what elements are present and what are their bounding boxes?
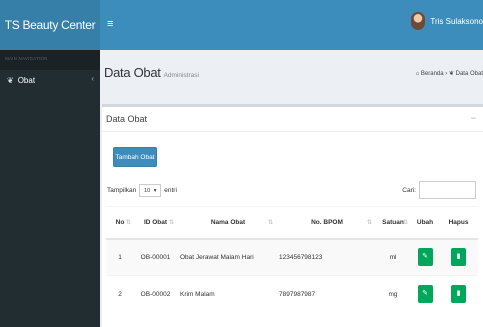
sort-icon: ⇅ — [168, 220, 174, 226]
edit-button[interactable]: ✎ — [417, 285, 433, 304]
trash-icon: ▮ — [456, 290, 461, 298]
cell-id: OB-00001 — [134, 238, 177, 276]
edit-icon: ✎ — [422, 290, 428, 298]
entries-length: Tampilkan 10 ▾ entri — [107, 184, 177, 197]
col-header-nama[interactable]: Nama Obat ⇅ — [177, 206, 276, 240]
cell-satuan: mg — [375, 275, 411, 313]
user-name: Tris Sulaksono — [430, 16, 483, 26]
cell-nama: Krim Malam — [177, 275, 276, 313]
trash-icon: ▮ — [456, 253, 461, 261]
col-label: No. BPOM — [311, 218, 343, 226]
main-header: TS Beauty Center ≡ Tris Sulaksono — [0, 0, 483, 50]
sort-icon: ⇅ — [267, 220, 273, 226]
sidebar-header: MAIN NAVIGATION — [0, 50, 100, 70]
user-menu[interactable]: Tris Sulaksono — [411, 12, 483, 30]
sidebar-item-obat[interactable]: ❦ Obat ‹ — [0, 70, 100, 90]
delete-button[interactable]: ▮ — [451, 248, 466, 267]
length-suffix: entri — [164, 187, 177, 194]
cell-no: 2 — [106, 275, 134, 313]
col-label: Ubah — [416, 218, 434, 226]
sort-icon: ⇅ — [366, 220, 372, 226]
cell-ubah: ✎ — [411, 238, 439, 276]
page-title-text: Data Obat — [104, 65, 161, 80]
cell-no: 1 — [106, 238, 134, 276]
sort-icon: ⇅ — [125, 220, 131, 226]
col-header-no[interactable]: No ⇅ — [106, 206, 134, 240]
breadcrumb-current: Data Obat — [455, 71, 483, 77]
col-label: ID Obat — [143, 218, 168, 226]
entries-select-value: 10 — [144, 187, 151, 194]
box-header: Data Obat − — [102, 107, 483, 132]
col-header-ubah: Ubah — [411, 206, 439, 240]
page-title: Data Obat Administrasi — [104, 65, 199, 80]
edit-button[interactable]: ✎ — [417, 248, 433, 267]
leaf-icon: ❦ — [448, 71, 454, 77]
table-row: 2 OB-00002 Krim Malam 7897987987 mg ✎ ▮ — [106, 275, 478, 313]
user-avatar — [411, 12, 426, 30]
col-header-satuan[interactable]: Satuan ⇅ — [375, 206, 411, 240]
sidebar-toggle-icon[interactable]: ≡ — [107, 18, 113, 30]
col-header-id[interactable]: ID Obat ⇅ — [134, 206, 177, 240]
col-header-bpom[interactable]: No. BPOM ⇅ — [276, 206, 375, 240]
page-subtitle: Administrasi — [163, 72, 199, 79]
search-filter: Cari: — [402, 181, 476, 199]
breadcrumb-home[interactable]: Beranda — [421, 71, 444, 77]
leaf-icon: ❦ — [7, 75, 14, 85]
breadcrumb: ⌂ Beranda › ❦ Data Obat — [416, 70, 483, 77]
data-box: Data Obat − Tambah Obat Tampilkan 10 ▾ e… — [102, 104, 483, 327]
cell-ubah: ✎ — [411, 275, 439, 313]
cell-id: OB-00002 — [134, 275, 177, 313]
cell-bpom: 7897987987 — [276, 275, 375, 313]
add-obat-button[interactable]: Tambah Obat — [113, 147, 157, 167]
sidebar: MAIN NAVIGATION ❦ Obat ‹ — [0, 50, 100, 327]
col-header-hapus: Hapus — [439, 206, 478, 240]
col-label: Hapus — [448, 218, 469, 226]
content-wrapper: Data Obat Administrasi ⌂ Beranda › ❦ Data… — [100, 50, 483, 327]
search-input[interactable] — [419, 181, 476, 199]
cell-satuan: ml — [375, 238, 411, 276]
collapse-icon[interactable]: − — [471, 113, 476, 123]
caret-down-icon: ▾ — [153, 187, 157, 194]
entries-select[interactable]: 10 ▾ — [139, 184, 162, 197]
sidebar-item-label: Obat — [17, 75, 36, 85]
breadcrumb-separator: › — [445, 71, 448, 77]
cell-bpom: 123456798123 — [276, 238, 375, 276]
col-label: No — [115, 218, 125, 226]
cell-nama: Obat Jerawat Malam Hari — [177, 238, 276, 276]
edit-icon: ✎ — [422, 253, 428, 261]
col-label: Satuan — [382, 218, 404, 226]
cell-hapus: ▮ — [439, 275, 478, 313]
sort-icon: ⇅ — [402, 220, 408, 226]
home-icon: ⌂ — [415, 71, 420, 77]
search-label: Cari: — [402, 186, 416, 194]
delete-button[interactable]: ▮ — [451, 285, 466, 304]
cell-hapus: ▮ — [439, 238, 478, 276]
table-row: 1 OB-00001 Obat Jerawat Malam Hari 12345… — [106, 238, 478, 276]
col-label: Nama Obat — [210, 218, 246, 226]
app-logo[interactable]: TS Beauty Center — [0, 0, 100, 50]
box-title: Data Obat — [106, 114, 148, 124]
chevron-left-icon: ‹ — [91, 74, 94, 83]
data-table: No ⇅ ID Obat ⇅ Nama Obat ⇅ No. BPOM ⇅ Satuan… — [106, 206, 478, 313]
table-header-row: No ⇅ ID Obat ⇅ Nama Obat ⇅ No. BPOM ⇅ Satuan… — [106, 206, 478, 240]
length-prefix: Tampilkan — [107, 187, 137, 194]
navbar: ≡ Tris Sulaksono — [100, 0, 483, 50]
